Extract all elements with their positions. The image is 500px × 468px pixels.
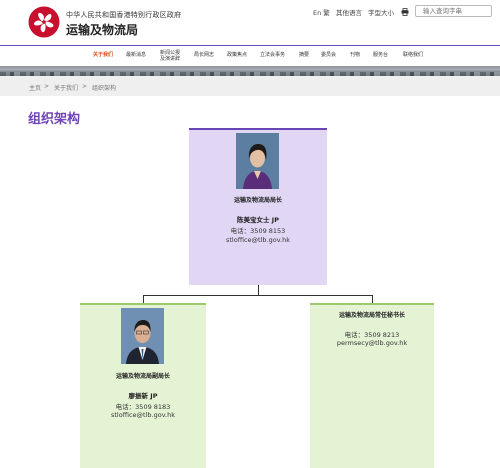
email-link[interactable]: stloffice@tlb.gov.hk xyxy=(80,411,206,419)
nav-committees[interactable]: 委员会 xyxy=(321,52,336,58)
search-input[interactable] xyxy=(415,5,492,17)
nav-news[interactable]: 最新消息 xyxy=(126,52,146,58)
person-name: 廖振新 JP xyxy=(128,392,158,400)
email-link[interactable]: stloffice@tlb.gov.hk xyxy=(189,236,327,244)
under-secretary-portrait xyxy=(121,308,164,364)
breadcrumb-separator: > xyxy=(44,83,50,90)
main-nav: 关于我们 最新消息 新闻公报 及演讲辞 局长网志 政策焦点 立法会事务 摘要 委… xyxy=(0,45,500,66)
nav-press-releases[interactable]: 新闻公报 及演讲辞 xyxy=(160,50,180,62)
phone-number: 电话：3509 8183 xyxy=(115,403,171,411)
role-title: 运输及物流局副局长 xyxy=(115,373,170,380)
nav-service-desk[interactable]: 服务台 xyxy=(373,52,388,58)
org-connector-left xyxy=(143,295,144,303)
bureau-name[interactable]: 运输及物流局 xyxy=(66,21,138,38)
nav-blog[interactable]: 局长网志 xyxy=(194,52,214,58)
role-title: 运输及物流局局长 xyxy=(233,197,282,204)
breadcrumb-home[interactable]: 主页 xyxy=(29,83,41,92)
language-switch[interactable]: En 繁 xyxy=(313,7,330,17)
breadcrumb-about-us[interactable]: 关于我们 xyxy=(54,83,78,92)
phone-number: 电话：3509 8213 xyxy=(344,331,400,339)
hksar-emblem-logo[interactable] xyxy=(28,6,60,38)
nav-policy[interactable]: 政策焦点 xyxy=(227,52,247,58)
org-connector-horizontal xyxy=(143,295,373,296)
secretary-portrait xyxy=(236,133,279,189)
page-title: 组织架构 xyxy=(28,112,81,127)
breadcrumb-separator: > xyxy=(82,83,88,90)
nav-contact-us[interactable]: 联络我们 xyxy=(403,52,423,58)
banner-image xyxy=(0,66,500,76)
phone-number: 电话：3509 8153 xyxy=(230,227,286,235)
breadcrumb: 主页 > 关于我们 > 组织架构 xyxy=(0,76,500,96)
org-connector-right xyxy=(372,295,373,303)
print-icon[interactable] xyxy=(401,8,409,16)
email-link[interactable]: permsecy@tlb.gov.hk xyxy=(310,339,434,347)
breadcrumb-current: 组织架构 xyxy=(92,85,117,92)
person-name: 陈美宝女士 JP xyxy=(237,216,279,224)
other-languages-link[interactable]: 其他语言 xyxy=(336,7,362,17)
nav-publications[interactable]: 刊物 xyxy=(350,52,360,58)
nav-summary[interactable]: 摘要 xyxy=(299,52,309,58)
nav-legco[interactable]: 立法会事务 xyxy=(260,52,285,58)
role-title: 运输及物流局常任秘书长 xyxy=(338,312,405,319)
font-size-control[interactable]: 字型大小 xyxy=(368,7,394,17)
site-header: 中华人民共和国香港特别行政区政府 运输及物流局 En 繁 其他语言 字型大小 xyxy=(0,0,500,45)
org-card-permanent-secretary: 运输及物流局常任秘书长 电话：3509 8213 permsecy@tlb.go… xyxy=(310,303,434,468)
government-name: 中华人民共和国香港特别行政区政府 xyxy=(66,11,182,19)
nav-about-us[interactable]: 关于我们 xyxy=(93,52,113,58)
